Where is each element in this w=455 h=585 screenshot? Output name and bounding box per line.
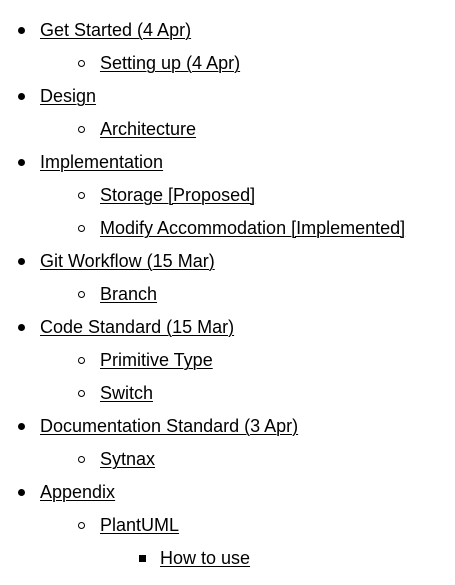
toc-link-get-started[interactable]: Get Started (4 Apr)	[40, 20, 191, 40]
circle-bullet-icon	[78, 456, 85, 463]
toc-link-documentation-standard[interactable]: Documentation Standard (3 Apr)	[40, 416, 298, 436]
disc-bullet-icon	[18, 489, 25, 496]
disc-bullet-icon	[18, 423, 25, 430]
toc-link-how-to-use[interactable]: How to use	[160, 548, 250, 568]
toc-link-syntax[interactable]: Sytnax	[100, 449, 155, 469]
disc-bullet-icon	[18, 93, 25, 100]
circle-bullet-icon	[78, 390, 85, 397]
toc-link-branch[interactable]: Branch	[100, 284, 157, 304]
toc-link-storage[interactable]: Storage [Proposed]	[100, 185, 255, 205]
toc-link-appendix[interactable]: Appendix	[40, 482, 115, 502]
circle-bullet-icon	[78, 60, 85, 67]
square-bullet-icon	[139, 555, 146, 562]
circle-bullet-icon	[78, 522, 85, 529]
toc-link-modify-accommodation[interactable]: Modify Accommodation [Implemented]	[100, 218, 405, 238]
toc-link-primitive-type[interactable]: Primitive Type	[100, 350, 213, 370]
circle-bullet-icon	[78, 192, 85, 199]
table-of-contents: Get Started (4 Apr) Setting up (4 Apr) D…	[0, 0, 455, 585]
toc-link-code-standard[interactable]: Code Standard (15 Mar)	[40, 317, 234, 337]
toc-link-architecture[interactable]: Architecture	[100, 119, 196, 139]
circle-bullet-icon	[78, 357, 85, 364]
disc-bullet-icon	[18, 258, 25, 265]
toc-link-implementation[interactable]: Implementation	[40, 152, 163, 172]
toc-link-switch[interactable]: Switch	[100, 383, 153, 403]
disc-bullet-icon	[18, 159, 25, 166]
circle-bullet-icon	[78, 225, 85, 232]
toc-link-design[interactable]: Design	[40, 86, 96, 106]
disc-bullet-icon	[18, 324, 25, 331]
toc-link-plantuml[interactable]: PlantUML	[100, 515, 179, 535]
circle-bullet-icon	[78, 126, 85, 133]
disc-bullet-icon	[18, 27, 25, 34]
circle-bullet-icon	[78, 291, 85, 298]
toc-link-git-workflow[interactable]: Git Workflow (15 Mar)	[40, 251, 215, 271]
toc-link-setting-up[interactable]: Setting up (4 Apr)	[100, 53, 240, 73]
